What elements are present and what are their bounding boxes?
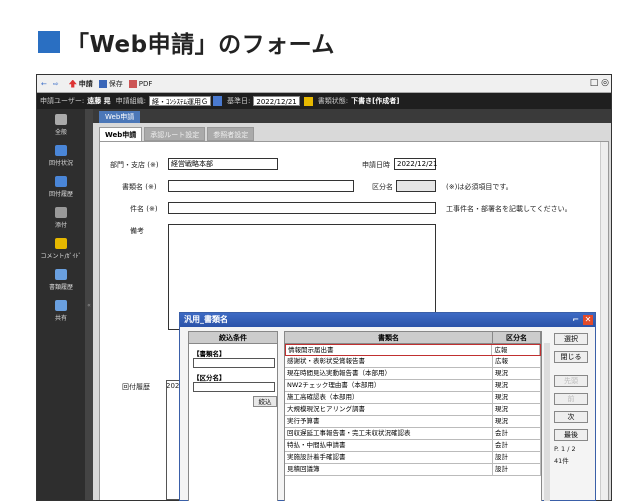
sidebar-item-share[interactable]: 共有 — [37, 295, 85, 326]
filter-doc-input[interactable] — [193, 358, 275, 368]
comment-icon — [55, 237, 67, 249]
table-row[interactable]: 実行予算書 現況 — [285, 416, 541, 428]
submit-icon — [68, 79, 77, 88]
heading-square-icon — [38, 31, 60, 53]
tab-web-application[interactable]: Web申請 — [99, 111, 141, 123]
status-badge: 下書き[作成者] — [351, 97, 400, 105]
forward-icon[interactable]: ⇨ — [53, 80, 59, 88]
tab-reference-settings[interactable]: 参照者設定 — [207, 127, 255, 141]
window-tab-strip: Web申請 — [93, 109, 611, 123]
table-header: 書類名 区分名 — [285, 332, 541, 344]
filter-button[interactable]: 絞込 — [253, 396, 277, 407]
page-title: 「Web申請」のフォーム — [66, 32, 335, 58]
filter-doc-label: 【書類名】 — [193, 350, 226, 358]
save-button[interactable]: 保存 — [98, 79, 123, 89]
sidebar-item-general[interactable]: 全般 — [37, 109, 85, 140]
doc-name-table: 書類名 区分名 情報開示届出書 広報 感謝状・表彰状受賞報告書 広報 現在時間見込実… — [284, 331, 542, 501]
pdf-button[interactable]: PDF — [128, 79, 152, 88]
result-count: 41件 — [554, 457, 569, 465]
table-row[interactable]: 現在時間見込実動報告書（本部用） 現況 — [285, 368, 541, 380]
page-heading: 「Web申請」のフォーム — [38, 26, 335, 58]
history-icon — [55, 175, 67, 187]
subject-label: 件名 (※) — [130, 205, 158, 213]
filter-category-label: 【区分名】 — [193, 374, 226, 382]
table-row[interactable]: 施工高確認表（本部用） 現況 — [285, 392, 541, 404]
subject-note: 工事件名・部署名を記載してください。 — [446, 205, 572, 213]
sidebar-item-attachment[interactable]: 添付 — [37, 202, 85, 233]
filter-header: 絞込条件 — [189, 332, 277, 344]
category-field[interactable] — [396, 180, 436, 192]
table-row[interactable]: 感謝状・表彰状受賞報告書 広報 — [285, 356, 541, 368]
page-indicator: P. 1 / 2 — [554, 445, 576, 453]
close-icon[interactable]: ✕ — [583, 315, 593, 325]
circulation-history-label: 回付履歴 — [122, 383, 150, 391]
required-note: (※)は必須項目です。 — [446, 183, 513, 191]
table-row[interactable]: 情報開示届出書 広報 — [285, 344, 541, 356]
table-scrollbar[interactable] — [544, 343, 550, 501]
sidebar: 全般 回付状況 回付履歴 添付 コメント/ｶﾞｲﾄﾞ 書類履歴 共有 — [37, 109, 85, 500]
sidebar-item-document-history[interactable]: 書類履歴 — [37, 264, 85, 295]
calendar-icon[interactable] — [303, 96, 313, 106]
table-row[interactable]: 回収遅延工事報告書・完工未収状況確認表 会計 — [285, 428, 541, 440]
filter-panel: 絞込条件 【書類名】 【区分名】 絞込 — [188, 331, 278, 501]
table-row[interactable]: 実施設計着手確認書 設計 — [285, 452, 541, 464]
page: 「Web申請」のフォーム ← ⇨ 申請 保存 PDF □ ◎ 申請ユーザー: 遠… — [0, 0, 630, 501]
request-date-field[interactable]: 2022/12/21 — [394, 158, 437, 170]
pdf-icon — [128, 79, 137, 88]
dept-label: 部門・支店 (※) — [110, 161, 159, 169]
doc-name-dialog: 汎用_書類名 ⌐ ✕ 絞込条件 【書類名】 【区分名】 絞込 書類名 区分名 情… — [179, 312, 596, 501]
sidebar-item-circulation-status[interactable]: 回付状況 — [37, 140, 85, 171]
form-tabs: Web申請 承認ルート設定 参照者設定 — [99, 127, 256, 141]
request-date-label: 申請日時 — [362, 161, 390, 169]
dialog-title: 汎用_書類名 ⌐ ✕ — [180, 313, 595, 327]
table-row[interactable]: 大規模現況ヒアリング調書 現況 — [285, 404, 541, 416]
back-icon[interactable]: ← — [41, 80, 47, 88]
table-row[interactable]: NW2チェック理由書（本部用） 現況 — [285, 380, 541, 392]
document-icon — [55, 144, 67, 156]
table-row[interactable]: 特払・中間払申請書 会計 — [285, 440, 541, 452]
org-select[interactable]: 経・ｺﾝｼｽﾃﾑ運用Ｇ — [149, 96, 212, 106]
window-controls[interactable]: □ ◎ — [590, 78, 609, 88]
remarks-label: 備考 — [130, 227, 144, 235]
user-bar: 申請ユーザー: 遠藤 晃 申請組織: 経・ｺﾝｼｽﾃﾑ運用Ｇ 基準日: 2022… — [37, 93, 611, 109]
wrench-icon — [55, 113, 67, 125]
subject-field[interactable] — [168, 202, 436, 214]
form-scrollbar[interactable] — [600, 142, 608, 500]
prev-page-button[interactable]: 前 — [554, 393, 588, 405]
paperclip-icon — [55, 206, 67, 218]
close-button[interactable]: 閉じる — [554, 351, 588, 363]
sidebar-item-circulation-history[interactable]: 回付履歴 — [37, 171, 85, 202]
toolbar: ← ⇨ 申請 保存 PDF □ ◎ — [37, 75, 611, 93]
next-page-button[interactable]: 次 — [554, 411, 588, 423]
minimize-icon[interactable]: ⌐ — [572, 313, 579, 327]
user-name: 遠藤 晃 — [87, 97, 111, 105]
tab-web-application-form[interactable]: Web申請 — [99, 127, 143, 141]
sidebar-item-comment[interactable]: コメント/ｶﾞｲﾄﾞ — [37, 233, 85, 264]
sidebar-collapse-handle[interactable]: « — [85, 109, 93, 500]
select-button[interactable]: 選択 — [554, 333, 588, 345]
save-icon — [98, 79, 107, 88]
submit-button[interactable]: 申請 — [68, 79, 93, 89]
book-icon — [55, 268, 67, 280]
first-page-button[interactable]: 先頭 — [554, 375, 588, 387]
last-page-button[interactable]: 最後 — [554, 429, 588, 441]
tab-approval-route[interactable]: 承認ルート設定 — [144, 127, 206, 141]
dept-field[interactable]: 経営戦略本部 — [168, 158, 278, 170]
share-icon — [55, 299, 67, 311]
doc-name-field[interactable] — [168, 180, 354, 192]
base-date-field[interactable]: 2022/12/21 — [253, 96, 300, 106]
chevron-down-icon[interactable] — [213, 96, 223, 106]
category-label: 区分名 — [372, 183, 393, 191]
filter-category-input[interactable] — [193, 382, 275, 392]
doc-name-label: 書類名 (※) — [122, 183, 157, 191]
table-row[interactable]: 見積回議簿 設計 — [285, 464, 541, 476]
